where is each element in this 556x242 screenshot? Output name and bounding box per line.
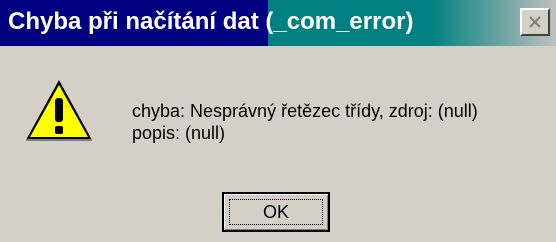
error-dialog-window: Chyba při načítání dat (_com_error) chyb…: [0, 0, 556, 242]
close-icon: [529, 16, 541, 28]
window-title: Chyba při načítání dat (_com_error): [8, 8, 414, 35]
close-button[interactable]: [520, 8, 550, 36]
title-bar[interactable]: Chyba při načítání dat (_com_error): [0, 0, 556, 46]
ok-button[interactable]: OK: [222, 192, 330, 232]
dialog-body: chyba: Nesprávný řetězec třídy, zdroj: (…: [0, 46, 556, 242]
error-message-line1: chyba: Nesprávný řetězec třídy, zdroj: (…: [132, 101, 478, 121]
ok-button-label: OK: [262, 202, 289, 222]
error-message-line2: popis: (null): [132, 123, 226, 143]
warning-icon: [26, 80, 92, 141]
